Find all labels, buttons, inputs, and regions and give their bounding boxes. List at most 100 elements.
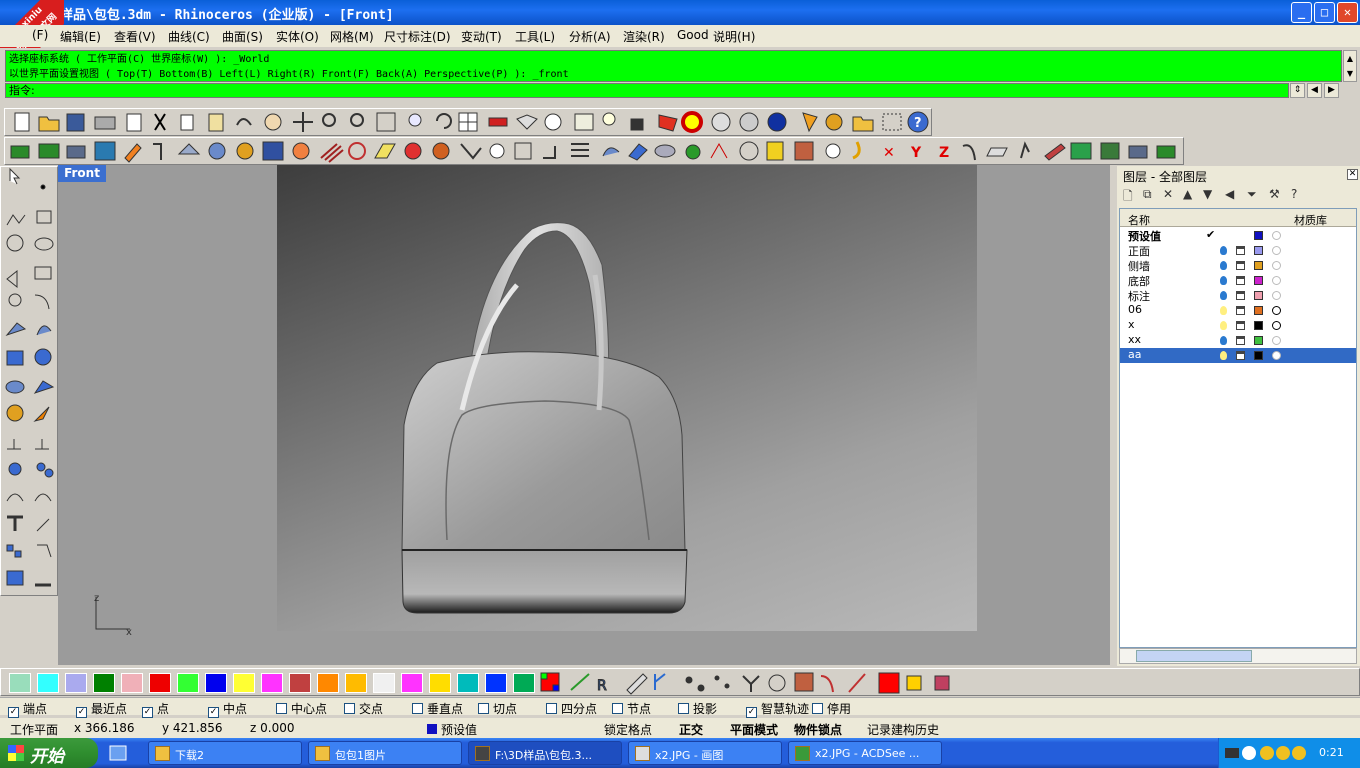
layer-color-swatch[interactable] xyxy=(1254,336,1263,345)
menu-transform[interactable]: 变动(T) xyxy=(461,28,502,45)
main-toolbar-icons[interactable]: ✕ Y Z xyxy=(5,138,1183,164)
menu-edit[interactable]: 编辑(E) xyxy=(60,28,101,45)
color-swatch[interactable] xyxy=(289,673,311,693)
layer-color-swatch[interactable] xyxy=(1254,261,1263,270)
material-circle-icon[interactable] xyxy=(1272,306,1281,315)
layer-row[interactable]: 底部 xyxy=(1120,273,1356,288)
command-history-scrollbar[interactable]: ▲ ▼ xyxy=(1343,50,1357,82)
scrollbar-thumb[interactable] xyxy=(1136,650,1252,662)
osnap-checkbox[interactable] xyxy=(478,703,489,714)
lock-icon[interactable] xyxy=(1236,336,1245,345)
command-input[interactable]: 指令: xyxy=(5,83,1289,98)
material-circle-icon[interactable] xyxy=(1272,336,1281,345)
menu-solid[interactable]: 实体(O) xyxy=(276,28,319,45)
status-snap[interactable]: 锁定格点 xyxy=(604,721,652,738)
visibility-bulb-icon[interactable] xyxy=(1220,276,1227,285)
lock-icon[interactable] xyxy=(1236,351,1245,360)
visibility-bulb-icon[interactable] xyxy=(1220,246,1227,255)
left-toolbar-icons[interactable] xyxy=(1,167,57,595)
layer-color-swatch[interactable] xyxy=(1254,306,1263,315)
lock-icon[interactable] xyxy=(1236,261,1245,270)
color-swatch[interactable] xyxy=(177,673,199,693)
move-left-icon[interactable]: ◀ xyxy=(1225,187,1234,201)
osnap-option[interactable]: ✓ 端点 xyxy=(8,700,47,718)
osnap-option[interactable]: 投影 xyxy=(678,700,717,717)
layer-color-swatch[interactable] xyxy=(1254,291,1263,300)
status-plane[interactable]: 工作平面 xyxy=(10,721,58,738)
color-swatch[interactable] xyxy=(485,673,507,693)
layer-color-swatch[interactable] xyxy=(1254,231,1263,240)
close-button[interactable]: ✕ xyxy=(1337,2,1358,23)
lock-icon[interactable] xyxy=(1236,246,1245,255)
start-button[interactable]: 开始 xyxy=(0,738,98,768)
menu-analyze[interactable]: 分析(A) xyxy=(569,28,611,45)
command-options-icon[interactable]: ⇕ xyxy=(1290,83,1305,98)
move-up-icon[interactable]: ▲ xyxy=(1183,187,1192,201)
color-swatch[interactable] xyxy=(457,673,479,693)
menu-dimension[interactable]: 尺寸标注(D) xyxy=(384,28,451,45)
material-circle-icon[interactable] xyxy=(1272,321,1281,330)
material-circle-icon[interactable] xyxy=(1272,291,1281,300)
standard-toolbar-icons[interactable]: ? xyxy=(5,109,931,135)
layer-row[interactable]: 标注 xyxy=(1120,288,1356,303)
column-material[interactable]: 材质库 xyxy=(1294,212,1327,228)
task-acdsee[interactable]: x2.JPG - ACDSee ... xyxy=(788,741,942,765)
tools-icon[interactable]: ⚒ xyxy=(1269,187,1280,201)
visibility-bulb-icon[interactable] xyxy=(1220,351,1227,360)
color-swatch[interactable] xyxy=(93,673,115,693)
lock-icon[interactable] xyxy=(1236,291,1245,300)
menu-tools[interactable]: 工具(L) xyxy=(515,28,555,45)
color-swatch[interactable] xyxy=(65,673,87,693)
layer-row[interactable]: 侧墙 xyxy=(1120,258,1356,273)
delete-layer-icon[interactable]: ✕ xyxy=(1163,187,1173,201)
lock-icon[interactable] xyxy=(1236,306,1245,315)
osnap-checkbox[interactable] xyxy=(812,703,823,714)
osnap-option[interactable]: ✓ 最近点 xyxy=(76,700,127,718)
osnap-option[interactable]: ✓ 中点 xyxy=(208,700,247,718)
layer-color-swatch[interactable] xyxy=(1254,246,1263,255)
osnap-checkbox[interactable] xyxy=(276,703,287,714)
color-toolbar-tool-icons[interactable]: R xyxy=(531,670,971,696)
command-back-icon[interactable]: ◀ xyxy=(1307,83,1322,98)
color-swatch[interactable] xyxy=(401,673,423,693)
task-rhino[interactable]: F:\3D样品\包包.3... xyxy=(468,741,622,765)
osnap-checkbox[interactable] xyxy=(678,703,689,714)
task-downloads[interactable]: 下载2 xyxy=(148,741,302,765)
visibility-bulb-icon[interactable] xyxy=(1220,291,1227,300)
visibility-bulb-icon[interactable] xyxy=(1220,336,1227,345)
menu-curve[interactable]: 曲线(C) xyxy=(168,28,210,45)
viewport-tab[interactable]: Front xyxy=(58,165,106,182)
visibility-bulb-icon[interactable] xyxy=(1220,321,1227,330)
new-sublayer-icon[interactable]: ⧉ xyxy=(1143,187,1152,202)
osnap-option[interactable]: 中心点 xyxy=(276,700,327,717)
visibility-bulb-icon[interactable] xyxy=(1220,261,1227,270)
osnap-option[interactable]: ✓ 智慧轨迹 xyxy=(746,700,809,718)
task-bag-images[interactable]: 包包1图片 xyxy=(308,741,462,765)
color-swatch[interactable] xyxy=(429,673,451,693)
menu-file[interactable]: (F) xyxy=(32,28,48,42)
task-paint[interactable]: x2.JPG - 画图 xyxy=(628,741,782,765)
material-circle-icon[interactable] xyxy=(1272,231,1281,240)
layer-row[interactable]: xx xyxy=(1120,333,1356,348)
osnap-option[interactable]: 交点 xyxy=(344,700,383,717)
osnap-option[interactable]: 节点 xyxy=(612,700,651,717)
color-swatch[interactable] xyxy=(317,673,339,693)
color-swatch[interactable] xyxy=(373,673,395,693)
material-circle-icon[interactable] xyxy=(1272,276,1281,285)
material-circle-icon[interactable] xyxy=(1272,246,1281,255)
color-swatch[interactable] xyxy=(37,673,59,693)
color-swatch[interactable] xyxy=(233,673,255,693)
color-swatch[interactable] xyxy=(9,673,31,693)
status-planar[interactable]: 平面模式 xyxy=(730,721,778,738)
osnap-checkbox[interactable] xyxy=(612,703,623,714)
menu-good[interactable]: Good xyxy=(677,28,709,42)
status-ortho[interactable]: 正交 xyxy=(679,721,703,738)
command-forward-icon[interactable]: ▶ xyxy=(1324,83,1339,98)
lock-icon[interactable] xyxy=(1236,276,1245,285)
osnap-checkbox[interactable]: ✓ xyxy=(746,707,757,718)
new-layer-icon[interactable]: 🗋 xyxy=(1123,187,1133,208)
layer-row[interactable]: aa xyxy=(1120,348,1356,363)
osnap-checkbox[interactable] xyxy=(412,703,423,714)
quick-launch-icon[interactable] xyxy=(108,744,128,762)
layer-horizontal-scrollbar[interactable] xyxy=(1119,648,1357,664)
